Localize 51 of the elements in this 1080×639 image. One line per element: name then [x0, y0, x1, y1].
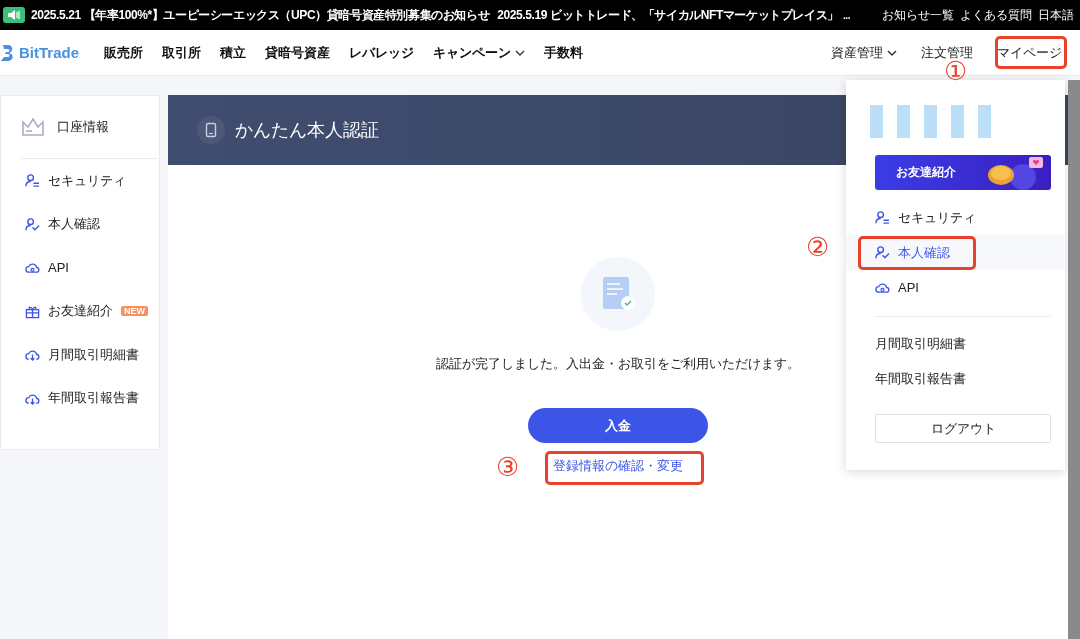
- referral-banner[interactable]: お友達紹介: [875, 155, 1051, 190]
- step-number: ①: [944, 58, 968, 84]
- news-link[interactable]: 2025.5.19 ビットトレード、「サイカルNFTマーケットプレイス」: [497, 6, 839, 24]
- status-message: 認証が完了しました。入出金・お取引をご利用いただけます。: [436, 355, 800, 373]
- nav-link[interactable]: キャンペーン: [433, 43, 525, 62]
- user-icon: [25, 173, 40, 189]
- step-number: ②: [806, 234, 830, 260]
- speaker-icon: [3, 7, 25, 23]
- menu-item[interactable]: セキュリティ: [846, 200, 1065, 235]
- user-check-icon: [875, 245, 890, 260]
- nav-link[interactable]: 販売所: [104, 43, 143, 62]
- user-icon: [875, 210, 890, 225]
- sidebar-item[interactable]: 本人確認: [48, 215, 100, 234]
- crown-icon: [21, 117, 45, 137]
- top-link[interactable]: お知らせ一覧: [882, 6, 954, 24]
- edit-info-link[interactable]: 登録情報の確認・変更: [553, 457, 683, 475]
- sidebar-item[interactable]: API: [48, 260, 69, 276]
- nav-link[interactable]: 積立: [220, 43, 246, 62]
- top-link[interactable]: 日本語: [1038, 6, 1074, 24]
- deposit-button[interactable]: 入金: [528, 408, 708, 443]
- menu-item[interactable]: 年間取引報告書: [846, 361, 1065, 396]
- nav-link[interactable]: マイページ: [997, 43, 1062, 62]
- sidebar-heading: 口座情報: [57, 118, 109, 136]
- page-title: かんたん本人認証: [235, 119, 379, 142]
- logo-icon: [0, 43, 16, 62]
- news-link[interactable]: 2025.5.21 【年率100%*】ユーピーシーエックス（UPC）貸暗号資産特別募集のお知らせ: [31, 6, 490, 24]
- highlight-frame: [995, 36, 1067, 69]
- user-check-icon: [25, 216, 40, 232]
- logo-text: BitTrade: [19, 44, 79, 61]
- sidebar-item[interactable]: セキュリティ: [48, 171, 126, 190]
- nav-link[interactable]: 貸暗号資産: [265, 43, 330, 62]
- sidebar-item[interactable]: 年間取引報告書: [48, 389, 139, 408]
- cloud-icon: [25, 260, 40, 276]
- cloud-download-icon: [25, 347, 40, 363]
- nav-link[interactable]: 資産管理: [831, 43, 897, 62]
- sidebar-item[interactable]: 月間取引明細書: [48, 345, 139, 364]
- menu-item[interactable]: API: [846, 270, 1065, 305]
- scrollbar[interactable]: [1068, 80, 1080, 639]
- phone-icon: [197, 116, 225, 144]
- nav-link[interactable]: レバレッジ: [349, 43, 414, 62]
- sidebar-item[interactable]: お友達紹介: [48, 302, 113, 321]
- logout-button[interactable]: ログアウト: [875, 414, 1051, 443]
- top-link[interactable]: よくある質問: [960, 6, 1032, 24]
- cloud-icon: [875, 280, 890, 295]
- step-number: ③: [496, 454, 520, 480]
- document-check-icon: [581, 257, 655, 331]
- more-text: ...: [842, 9, 850, 21]
- menu-item[interactable]: 月間取引明細書: [846, 326, 1065, 361]
- nav-link[interactable]: 手数料: [544, 43, 583, 62]
- new-badge: NEW: [121, 306, 148, 317]
- nav-link[interactable]: 取引所: [162, 43, 201, 62]
